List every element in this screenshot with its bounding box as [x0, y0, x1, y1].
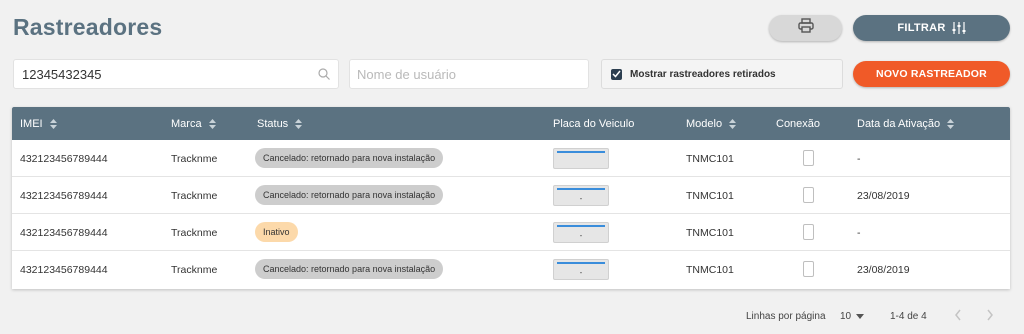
marca-cell: Tracknme — [171, 153, 218, 165]
status-badge: Cancelado: retornado para nova instalaçã… — [255, 185, 444, 205]
filter-button[interactable]: FILTRAR — [853, 15, 1010, 41]
username-field[interactable] — [349, 59, 589, 89]
status-badge: Cancelado: retornado para nova instalaçã… — [255, 148, 444, 168]
header-status-label: Status — [257, 118, 289, 130]
header-data[interactable]: Data da Ativação — [857, 118, 955, 130]
page-title: Rastreadores — [13, 14, 163, 40]
activation-date-cell: - — [857, 227, 861, 239]
show-retired-toggle[interactable]: Mostrar rastreadores retirados — [601, 59, 843, 89]
header-modelo-label: Modelo — [686, 118, 723, 130]
caret-down-icon — [856, 314, 865, 319]
plate-text: - — [579, 268, 583, 277]
modelo-cell: TNMC101 — [686, 227, 734, 239]
header-imei[interactable]: IMEI — [20, 118, 57, 130]
chevron-left-icon[interactable] — [954, 309, 962, 324]
vehicle-plate — [553, 148, 609, 169]
printer-icon — [797, 18, 814, 38]
marca-cell: Tracknme — [171, 190, 218, 202]
header-marca[interactable]: Marca — [171, 118, 216, 130]
username-input[interactable] — [357, 66, 581, 82]
imei-cell: 432123456789444 — [20, 264, 108, 276]
table-row[interactable]: 432123456789444 Tracknme Cancelado: reto… — [12, 251, 1010, 288]
header-conexao-label: Conexão — [776, 118, 821, 130]
marca-cell: Tracknme — [171, 227, 218, 239]
activation-date-cell: 23/08/2019 — [857, 190, 910, 202]
table-row[interactable]: 432123456789444 Tracknme Cancelado: reto… — [12, 177, 1010, 214]
header-placa-label: Placa do Veiculo — [553, 118, 635, 130]
filter-button-label: FILTRAR — [897, 22, 946, 34]
plate-text: - — [579, 231, 583, 240]
marca-cell: Tracknme — [171, 264, 218, 276]
print-button[interactable] — [769, 15, 842, 41]
new-tracker-button[interactable]: NOVO RASTREADOR — [853, 61, 1010, 87]
header-imei-label: IMEI — [20, 118, 43, 130]
show-retired-checkbox[interactable] — [611, 68, 622, 80]
header-status[interactable]: Status — [257, 118, 303, 130]
rows-per-page-label: Linhas por página — [746, 311, 826, 322]
sort-icon[interactable] — [729, 119, 737, 129]
connection-checkbox[interactable] — [803, 261, 814, 277]
header-marca-label: Marca — [171, 118, 202, 130]
header-data-label: Data da Ativação — [857, 118, 941, 130]
rows-per-page-select[interactable]: 10 — [840, 311, 865, 322]
sliders-icon — [952, 22, 966, 34]
header-modelo[interactable]: Modelo — [686, 118, 737, 130]
connection-checkbox[interactable] — [803, 187, 814, 203]
chevron-right-icon[interactable] — [986, 309, 994, 324]
plate-text: - — [579, 194, 583, 203]
activation-date-cell: - — [857, 153, 861, 165]
sort-icon[interactable] — [208, 119, 216, 129]
search-icon[interactable] — [318, 68, 330, 80]
pagination-range: 1-4 de 4 — [890, 311, 927, 322]
header-conexao: Conexão — [776, 118, 820, 130]
status-badge: Inativo — [255, 222, 298, 242]
sort-icon[interactable] — [947, 119, 955, 129]
modelo-cell: TNMC101 — [686, 264, 734, 276]
activation-date-cell: 23/08/2019 — [857, 264, 910, 276]
search-field[interactable] — [13, 59, 339, 89]
trackers-table: IMEI Marca Status Placa do Veiculo Model… — [12, 107, 1010, 289]
connection-checkbox[interactable] — [803, 224, 814, 240]
imei-cell: 432123456789444 — [20, 227, 108, 239]
rows-per-page-value: 10 — [840, 311, 852, 322]
table-header: IMEI Marca Status Placa do Veiculo Model… — [12, 107, 1010, 140]
table-row[interactable]: 432123456789444 Tracknme Cancelado: reto… — [12, 140, 1010, 177]
imei-cell: 432123456789444 — [20, 153, 108, 165]
show-retired-label: Mostrar rastreadores retirados — [630, 68, 776, 80]
sort-icon[interactable] — [49, 119, 57, 129]
imei-cell: 432123456789444 — [20, 190, 108, 202]
vehicle-plate: - — [553, 185, 609, 206]
vehicle-plate: - — [553, 259, 609, 280]
header-placa: Placa do Veiculo — [553, 118, 634, 130]
table-row[interactable]: 432123456789444 Tracknme Inativo - TNMC1… — [12, 214, 1010, 251]
sort-icon[interactable] — [295, 119, 303, 129]
search-input[interactable] — [22, 66, 318, 82]
modelo-cell: TNMC101 — [686, 190, 734, 202]
modelo-cell: TNMC101 — [686, 153, 734, 165]
vehicle-plate: - — [553, 222, 609, 243]
connection-checkbox[interactable] — [803, 150, 814, 166]
status-badge: Cancelado: retornado para nova instalaçã… — [255, 259, 444, 279]
